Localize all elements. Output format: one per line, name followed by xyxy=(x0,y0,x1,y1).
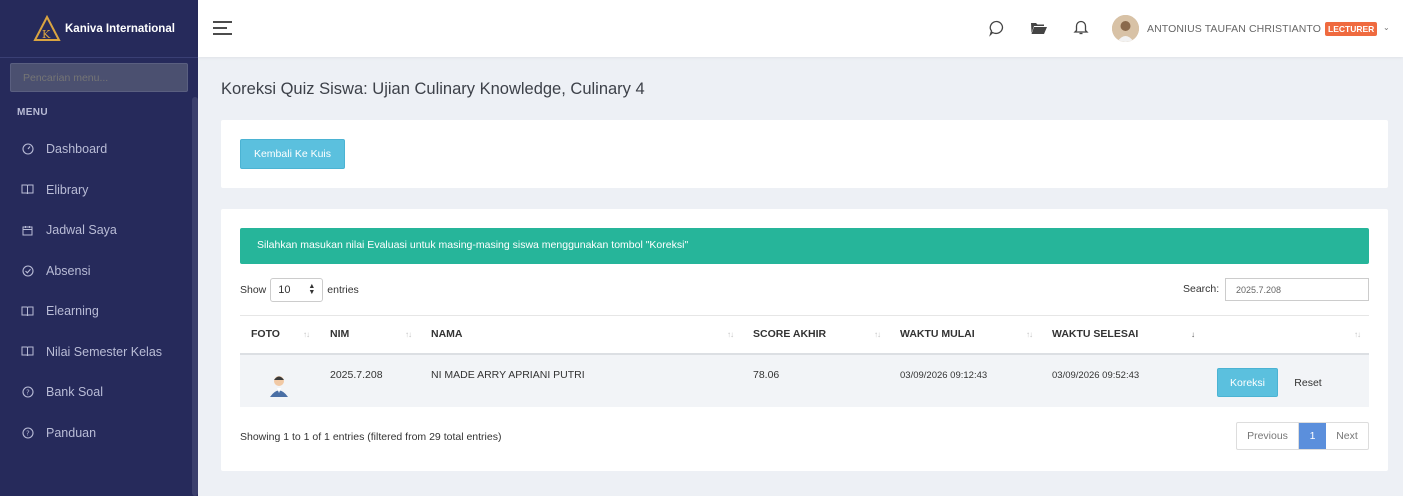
sidebar-item-label: Absensi xyxy=(46,263,91,278)
show-label: Show xyxy=(240,284,267,296)
column-header-nama[interactable]: NAMA xyxy=(431,328,463,340)
menu-search-input[interactable] xyxy=(10,63,188,92)
sidebar-item-label: Jadwal Saya xyxy=(46,223,117,238)
top-header: ANTONIUS TAUFAN CHRISTIANTO LECTURER ⌄ xyxy=(198,0,1403,57)
sort-icon[interactable]: ↑↓ xyxy=(1354,330,1361,339)
results-table: FOTO ↑↓ NIM ↑↓ NAMA ↑↓ SCORE AKHIR ↑↓ WA… xyxy=(240,315,1369,407)
search-label: Search: xyxy=(1183,283,1220,295)
kaniva-logo-icon: K xyxy=(33,14,61,41)
sidebar-item-bank-soal[interactable]: ? Bank Soal xyxy=(0,372,198,413)
column-header-waktu-selesai[interactable]: WAKTU SELESAI xyxy=(1052,328,1138,340)
sort-icon[interactable]: ↑↓ xyxy=(727,330,734,339)
column-header-score[interactable]: SCORE AKHIR xyxy=(753,328,826,340)
sidebar-item-label: Bank Soal xyxy=(46,385,103,400)
sidebar-item-elearning[interactable]: Elearning xyxy=(0,291,198,332)
reset-button[interactable]: Reset xyxy=(1281,368,1335,397)
user-avatar[interactable] xyxy=(1112,15,1139,42)
check-circle-icon xyxy=(21,264,34,277)
bell-icon[interactable] xyxy=(1071,17,1091,37)
folder-open-icon[interactable] xyxy=(1029,18,1049,38)
info-alert: Silahkan masukan nilai Evaluasi untuk ma… xyxy=(240,228,1369,264)
gauge-icon xyxy=(21,143,34,156)
sidebar-item-label: Elibrary xyxy=(46,182,89,197)
show-entries-control: Show 10 ▲ ▼ entries xyxy=(240,278,359,302)
sidebar-item-absensi[interactable]: Absensi xyxy=(0,251,198,292)
table-search-input[interactable] xyxy=(1225,278,1369,301)
page-title: Koreksi Quiz Siswa: Ujian Culinary Knowl… xyxy=(221,80,645,98)
sort-icon[interactable]: ↑↓ xyxy=(303,330,310,339)
sidebar-item-jadwal-saya[interactable]: Jadwal Saya xyxy=(0,210,198,251)
entries-select[interactable]: 10 ▲ ▼ xyxy=(270,278,324,302)
sidebar-item-label: Panduan xyxy=(46,425,97,440)
entries-label: entries xyxy=(327,284,359,296)
page-1-button[interactable]: 1 xyxy=(1299,423,1326,449)
book-icon xyxy=(21,305,34,318)
entries-select-value: 10 xyxy=(278,284,291,296)
sidebar-item-label: Dashboard xyxy=(46,142,108,157)
brand[interactable]: K Kaniva International xyxy=(0,0,198,58)
svg-text:?: ? xyxy=(26,389,30,397)
sidebar-scrollbar[interactable] xyxy=(192,97,198,496)
sort-desc-icon[interactable]: ↓ xyxy=(1191,330,1195,339)
calendar-icon xyxy=(21,224,34,237)
table-header: FOTO ↑↓ NIM ↑↓ NAMA ↑↓ SCORE AKHIR ↑↓ WA… xyxy=(240,315,1369,355)
sort-icon[interactable]: ↑↓ xyxy=(874,330,881,339)
column-header-foto[interactable]: FOTO xyxy=(251,328,280,340)
koreksi-button[interactable]: Koreksi xyxy=(1217,368,1278,397)
pagination: Previous 1 Next xyxy=(1236,422,1369,450)
cell-nama: NI MADE ARRY APRIANI PUTRI xyxy=(431,369,585,381)
column-header-nim[interactable]: NIM xyxy=(330,328,349,340)
table-row: 2025.7.208 NI MADE ARRY APRIANI PUTRI 78… xyxy=(240,355,1369,407)
menu-heading: MENU xyxy=(17,107,49,118)
results-card: Silahkan masukan nilai Evaluasi untuk ma… xyxy=(221,209,1388,471)
book-icon xyxy=(21,345,34,358)
cell-nim: 2025.7.208 xyxy=(330,369,383,381)
user-name[interactable]: ANTONIUS TAUFAN CHRISTIANTO xyxy=(1147,23,1321,35)
svg-text:?: ? xyxy=(26,429,30,437)
chevron-down-icon[interactable]: ⌄ xyxy=(1383,23,1390,32)
back-card: Kembali Ke Kuis xyxy=(221,120,1388,188)
sort-icon[interactable]: ↑↓ xyxy=(405,330,412,339)
chat-icon[interactable] xyxy=(987,18,1007,38)
menu-list: Dashboard Elibrary Jadwal Saya Absensi E… xyxy=(0,129,198,453)
cell-score: 78.06 xyxy=(753,369,780,381)
previous-page-button[interactable]: Previous xyxy=(1237,423,1299,449)
role-badge: LECTURER xyxy=(1325,22,1378,36)
svg-text:K: K xyxy=(42,28,51,41)
sidebar-item-dashboard[interactable]: Dashboard xyxy=(0,129,198,170)
help-circle-icon: ? xyxy=(21,386,34,399)
sort-icon[interactable]: ↑↓ xyxy=(1026,330,1033,339)
column-header-waktu-mulai[interactable]: WAKTU MULAI xyxy=(900,328,975,340)
select-arrows-icon: ▲ ▼ xyxy=(308,283,316,296)
cell-waktu-mulai: 03/09/2026 09:12:43 xyxy=(900,370,988,381)
cell-waktu-selesai: 03/09/2026 09:52:43 xyxy=(1052,370,1140,381)
student-avatar-icon xyxy=(270,376,288,397)
hamburger-menu-icon[interactable] xyxy=(212,20,234,36)
brand-name: Kaniva International xyxy=(65,22,175,35)
next-page-button[interactable]: Next xyxy=(1326,423,1368,449)
help-circle-icon: ? xyxy=(21,426,34,439)
book-icon xyxy=(21,183,34,196)
sidebar-item-label: Nilai Semester Kelas xyxy=(46,344,163,359)
sidebar-item-label: Elearning xyxy=(46,304,99,319)
back-to-quiz-button[interactable]: Kembali Ke Kuis xyxy=(240,139,345,169)
table-info: Showing 1 to 1 of 1 entries (filtered fr… xyxy=(240,431,502,443)
sidebar: K Kaniva International MENU Dashboard El… xyxy=(0,0,198,496)
sidebar-item-nilai-semester-kelas[interactable]: Nilai Semester Kelas xyxy=(0,332,198,373)
sidebar-item-elibrary[interactable]: Elibrary xyxy=(0,170,198,211)
sidebar-item-panduan[interactable]: ? Panduan xyxy=(0,413,198,454)
